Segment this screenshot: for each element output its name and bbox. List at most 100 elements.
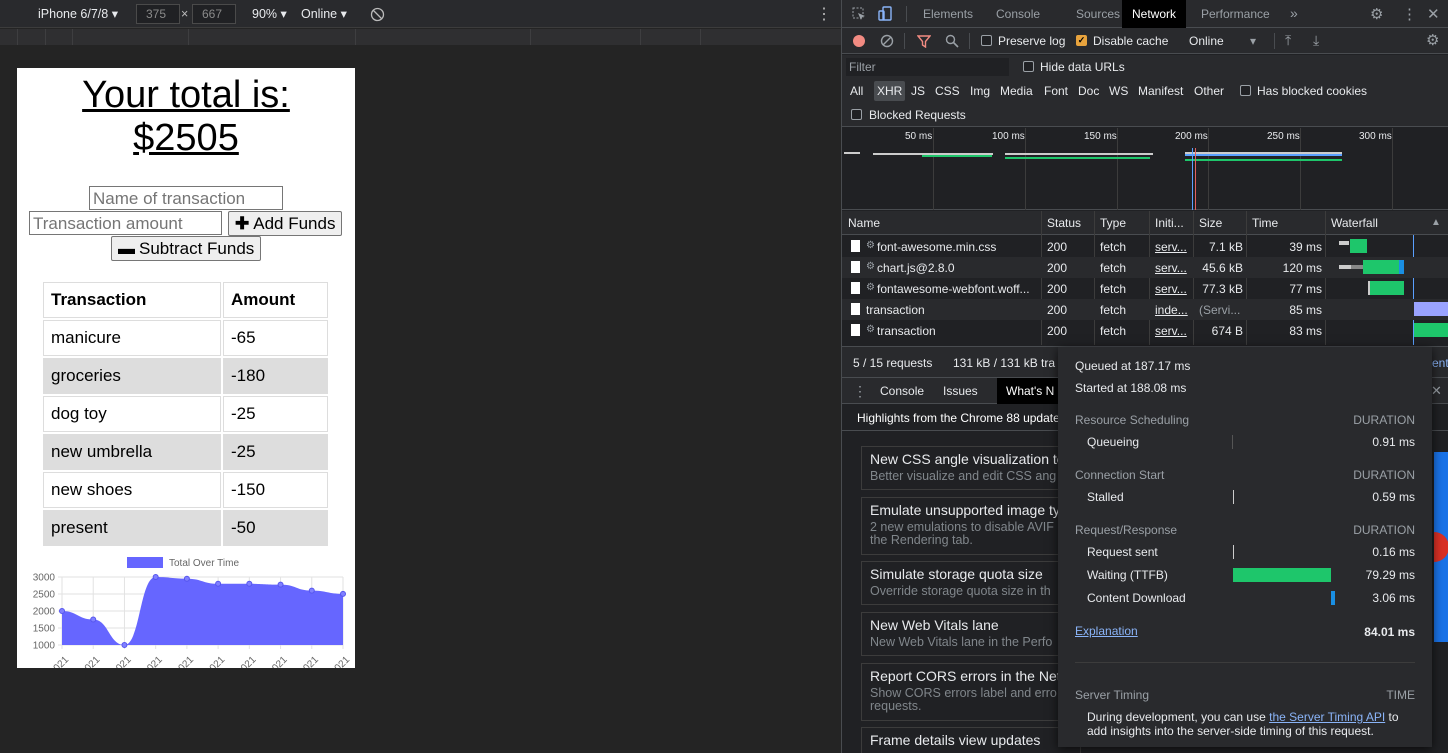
filter-type-manifest[interactable]: Manifest (1138, 84, 1183, 98)
request-initiator[interactable]: inde... (1155, 303, 1188, 317)
time-label: TIME (1386, 688, 1415, 702)
customize-menu-icon[interactable]: ⋮ (1402, 5, 1417, 23)
data-point (90, 616, 97, 623)
data-point (277, 581, 284, 588)
minus-icon: ▬ (118, 239, 135, 258)
filter-type-media[interactable]: Media (1000, 84, 1033, 98)
zoom-select-label: 90% (252, 7, 278, 21)
server-timing-api-link[interactable]: the Server Timing API (1269, 710, 1385, 724)
whats-new-item[interactable]: Simulate storage quota size Override stor… (861, 561, 1081, 605)
filter-icon[interactable] (917, 35, 931, 48)
whats-new-item[interactable]: Frame details view updates (861, 727, 1081, 753)
request-time: 120 ms (1282, 261, 1322, 275)
more-tabs-icon[interactable]: » (1290, 5, 1298, 21)
table-row: new shoes -150 (43, 472, 328, 508)
request-size: (Servi... (1199, 303, 1241, 317)
data-point (215, 580, 222, 587)
more-options-icon[interactable]: ⋮ (816, 4, 832, 24)
filter-type-font[interactable]: Font (1044, 84, 1068, 98)
transaction-amount-input[interactable]: Transaction amount (29, 211, 222, 235)
total-duration: 84.01 ms (1364, 625, 1415, 639)
clear-icon[interactable] (880, 34, 894, 48)
timing-row-label: Waiting (TTFB) (1087, 568, 1168, 582)
has-blocked-cookies-checkbox[interactable] (1240, 85, 1251, 96)
filter-input[interactable]: Filter (846, 58, 1009, 76)
preserve-log-checkbox[interactable] (981, 35, 992, 46)
filter-type-img[interactable]: Img (970, 84, 990, 98)
whats-new-item[interactable]: New CSS angle visualization to Better vis… (861, 446, 1081, 490)
filter-type-js[interactable]: JS (911, 84, 925, 98)
drawer-tab-console[interactable]: Console (880, 384, 924, 398)
caret-down-icon: ▾ (340, 7, 347, 21)
transaction-amount: -50 (223, 510, 328, 546)
x-tick-label: 2021 (48, 654, 72, 668)
import-har-icon[interactable]: ⤒ (1285, 32, 1291, 49)
drawer-menu-icon[interactable]: ⋮ (853, 383, 867, 400)
filter-type-css[interactable]: CSS (935, 84, 960, 98)
data-point (121, 642, 128, 648)
whats-new-item[interactable]: Emulate unsupported image ty 2 new emulat… (861, 497, 1081, 555)
timing-row-value: 0.59 ms (1372, 490, 1415, 504)
throttle-select[interactable]: Online ▾ (301, 6, 347, 21)
table-row: present -50 (43, 510, 328, 546)
whats-new-item-title: New Web Vitals lane (870, 617, 999, 633)
viewport-width-input[interactable]: 375 (136, 4, 180, 24)
hide-data-urls-checkbox[interactable] (1023, 61, 1034, 72)
zoom-select[interactable]: 90% ▾ (252, 6, 287, 21)
inspect-element-icon[interactable] (852, 7, 866, 21)
gear-icon[interactable]: ⚙ (1370, 5, 1383, 23)
tab-sources[interactable]: Sources (1076, 7, 1120, 21)
timing-popover: Queued at 187.17 ms Started at 188.08 ms… (1058, 347, 1432, 747)
request-row[interactable]: ⚙ fontawesome-webfont.woff... 200 fetch … (842, 278, 1448, 299)
filter-type-all[interactable]: All (850, 84, 863, 98)
drawer-close-icon[interactable]: ✕ (1431, 383, 1442, 399)
request-initiator[interactable]: serv... (1155, 282, 1187, 296)
tab-elements[interactable]: Elements (923, 7, 973, 21)
disable-cache-checkbox[interactable]: ✓ (1076, 35, 1087, 46)
filter-type-xhr[interactable]: XHR (874, 81, 906, 101)
viewport-height-input[interactable]: 667 (192, 4, 236, 24)
request-initiator[interactable]: serv... (1155, 261, 1187, 275)
filter-type-ws[interactable]: WS (1109, 84, 1128, 98)
network-settings-gear-icon[interactable]: ⚙ (1426, 31, 1439, 49)
subtract-funds-button[interactable]: ▬ Subtract Funds (111, 236, 262, 261)
whats-new-item[interactable]: Report CORS errors in the Net Show CORS e… (861, 663, 1081, 721)
request-time: 83 ms (1289, 324, 1322, 338)
file-icon (851, 282, 860, 294)
request-row[interactable]: ⚙ font-awesome.min.css 200 fetch serv...… (842, 236, 1448, 257)
tab-performance[interactable]: Performance (1201, 7, 1270, 21)
tab-network[interactable]: Network (1122, 0, 1187, 28)
y-tick-label: 2000 (33, 607, 56, 618)
drawer-tab-whats-new[interactable]: What's N (997, 378, 1064, 404)
record-icon[interactable] (853, 35, 865, 47)
timing-row-label: Queueing (1087, 435, 1140, 449)
total-value: $2505 (133, 117, 239, 159)
subtract-funds-label: Subtract Funds (139, 239, 255, 258)
request-status: 200 (1047, 303, 1068, 317)
device-toolbar-toggle-icon[interactable] (878, 6, 894, 22)
rotate-icon[interactable] (370, 7, 385, 22)
request-row[interactable]: ⚙ transaction 200 fetch serv... 674 B 83… (842, 320, 1448, 341)
filter-type-doc[interactable]: Doc (1078, 84, 1099, 98)
tab-console[interactable]: Console (996, 7, 1040, 21)
device-select[interactable]: iPhone 6/7/8 ▾ (38, 6, 118, 21)
status-bar-link[interactable]: entl (1432, 356, 1448, 370)
request-row[interactable]: transaction 200 fetch inde... (Servi... … (842, 299, 1448, 320)
close-icon[interactable]: ✕ (1427, 5, 1440, 23)
table-row: manicure -65 (43, 320, 328, 356)
column-header-transaction: Transaction (43, 282, 221, 318)
drawer-tab-issues[interactable]: Issues (943, 384, 978, 398)
add-funds-button[interactable]: ✚ Add Funds (228, 211, 343, 236)
request-initiator[interactable]: serv... (1155, 324, 1187, 338)
network-throttle-select[interactable]: Online (1189, 34, 1224, 48)
request-initiator[interactable]: serv... (1155, 240, 1187, 254)
explanation-link[interactable]: Explanation (1075, 624, 1138, 638)
export-har-icon[interactable]: ⤓ (1313, 32, 1319, 49)
transaction-name-input[interactable]: Name of transaction (89, 186, 283, 210)
timing-row-value: 79.29 ms (1365, 568, 1415, 582)
request-row[interactable]: ⚙ chart.js@2.8.0 200 fetch serv... 45.6 … (842, 257, 1448, 278)
filter-type-other[interactable]: Other (1194, 84, 1224, 98)
whats-new-item[interactable]: New Web Vitals lane New Web Vitals lane i… (861, 612, 1081, 656)
blocked-requests-checkbox[interactable] (851, 109, 862, 120)
search-icon[interactable] (945, 34, 959, 48)
